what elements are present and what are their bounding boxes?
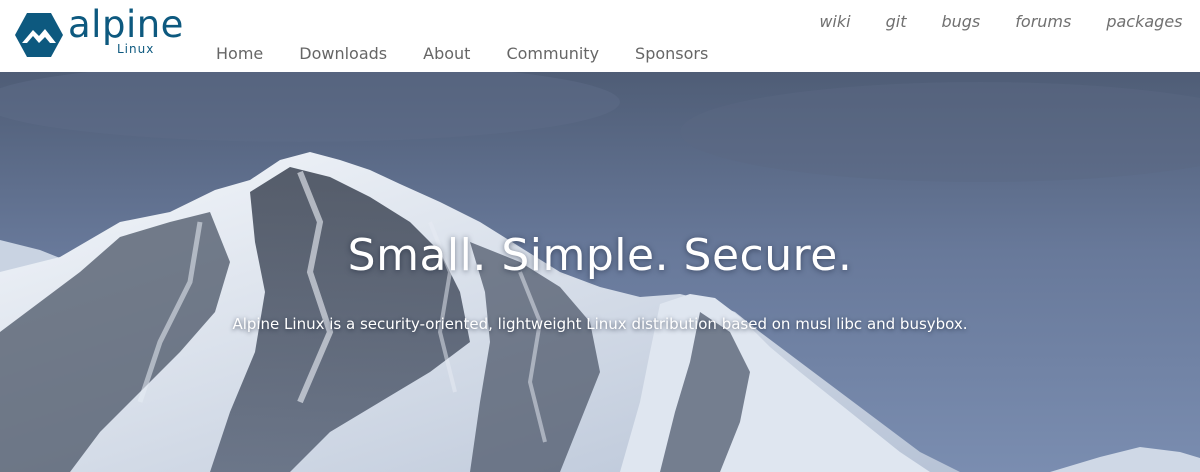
nav-link-community[interactable]: Community	[488, 44, 617, 64]
util-nav-item-packages: packages	[1089, 12, 1200, 32]
alpine-logo-icon	[15, 13, 63, 57]
nav-link-sponsors[interactable]: Sponsors	[617, 44, 726, 64]
util-link-wiki[interactable]: wiki	[802, 12, 868, 32]
util-nav-item-bugs: bugs	[924, 12, 998, 32]
main-nav-item-about: About	[405, 44, 488, 66]
util-link-packages[interactable]: packages	[1089, 12, 1200, 32]
util-nav-item-git: git	[868, 12, 924, 32]
hero-title: Small. Simple. Secure.	[347, 230, 853, 281]
util-nav-item-wiki: wiki	[802, 12, 868, 32]
nav-link-home[interactable]: Home	[198, 44, 281, 64]
main-nav-item-home: Home	[198, 44, 281, 66]
brand-subname: Linux	[117, 42, 155, 56]
util-nav-item-forums: forums	[998, 12, 1089, 32]
brand-wordmark: alpine	[68, 3, 184, 46]
utility-nav: wiki git bugs forums packages	[802, 12, 1200, 32]
hero-banner: Small. Simple. Secure. Alpine Linux is a…	[0, 72, 1200, 472]
util-link-git[interactable]: git	[868, 12, 924, 32]
util-link-bugs[interactable]: bugs	[924, 12, 998, 32]
site-header: alpine Linux Home Downloads About Commun…	[0, 0, 1200, 72]
main-nav-item-community: Community	[488, 44, 617, 66]
page: alpine Linux Home Downloads About Commun…	[0, 0, 1200, 472]
alpine-logo-link[interactable]: alpine Linux	[14, 6, 186, 62]
main-nav-item-downloads: Downloads	[281, 44, 405, 66]
util-link-forums[interactable]: forums	[998, 12, 1089, 32]
main-nav: Home Downloads About Community Sponsors	[198, 44, 726, 66]
hero-subtitle: Alpine Linux is a security-oriented, lig…	[232, 315, 968, 333]
nav-link-about[interactable]: About	[405, 44, 488, 64]
nav-link-downloads[interactable]: Downloads	[281, 44, 405, 64]
main-nav-item-sponsors: Sponsors	[617, 44, 726, 66]
